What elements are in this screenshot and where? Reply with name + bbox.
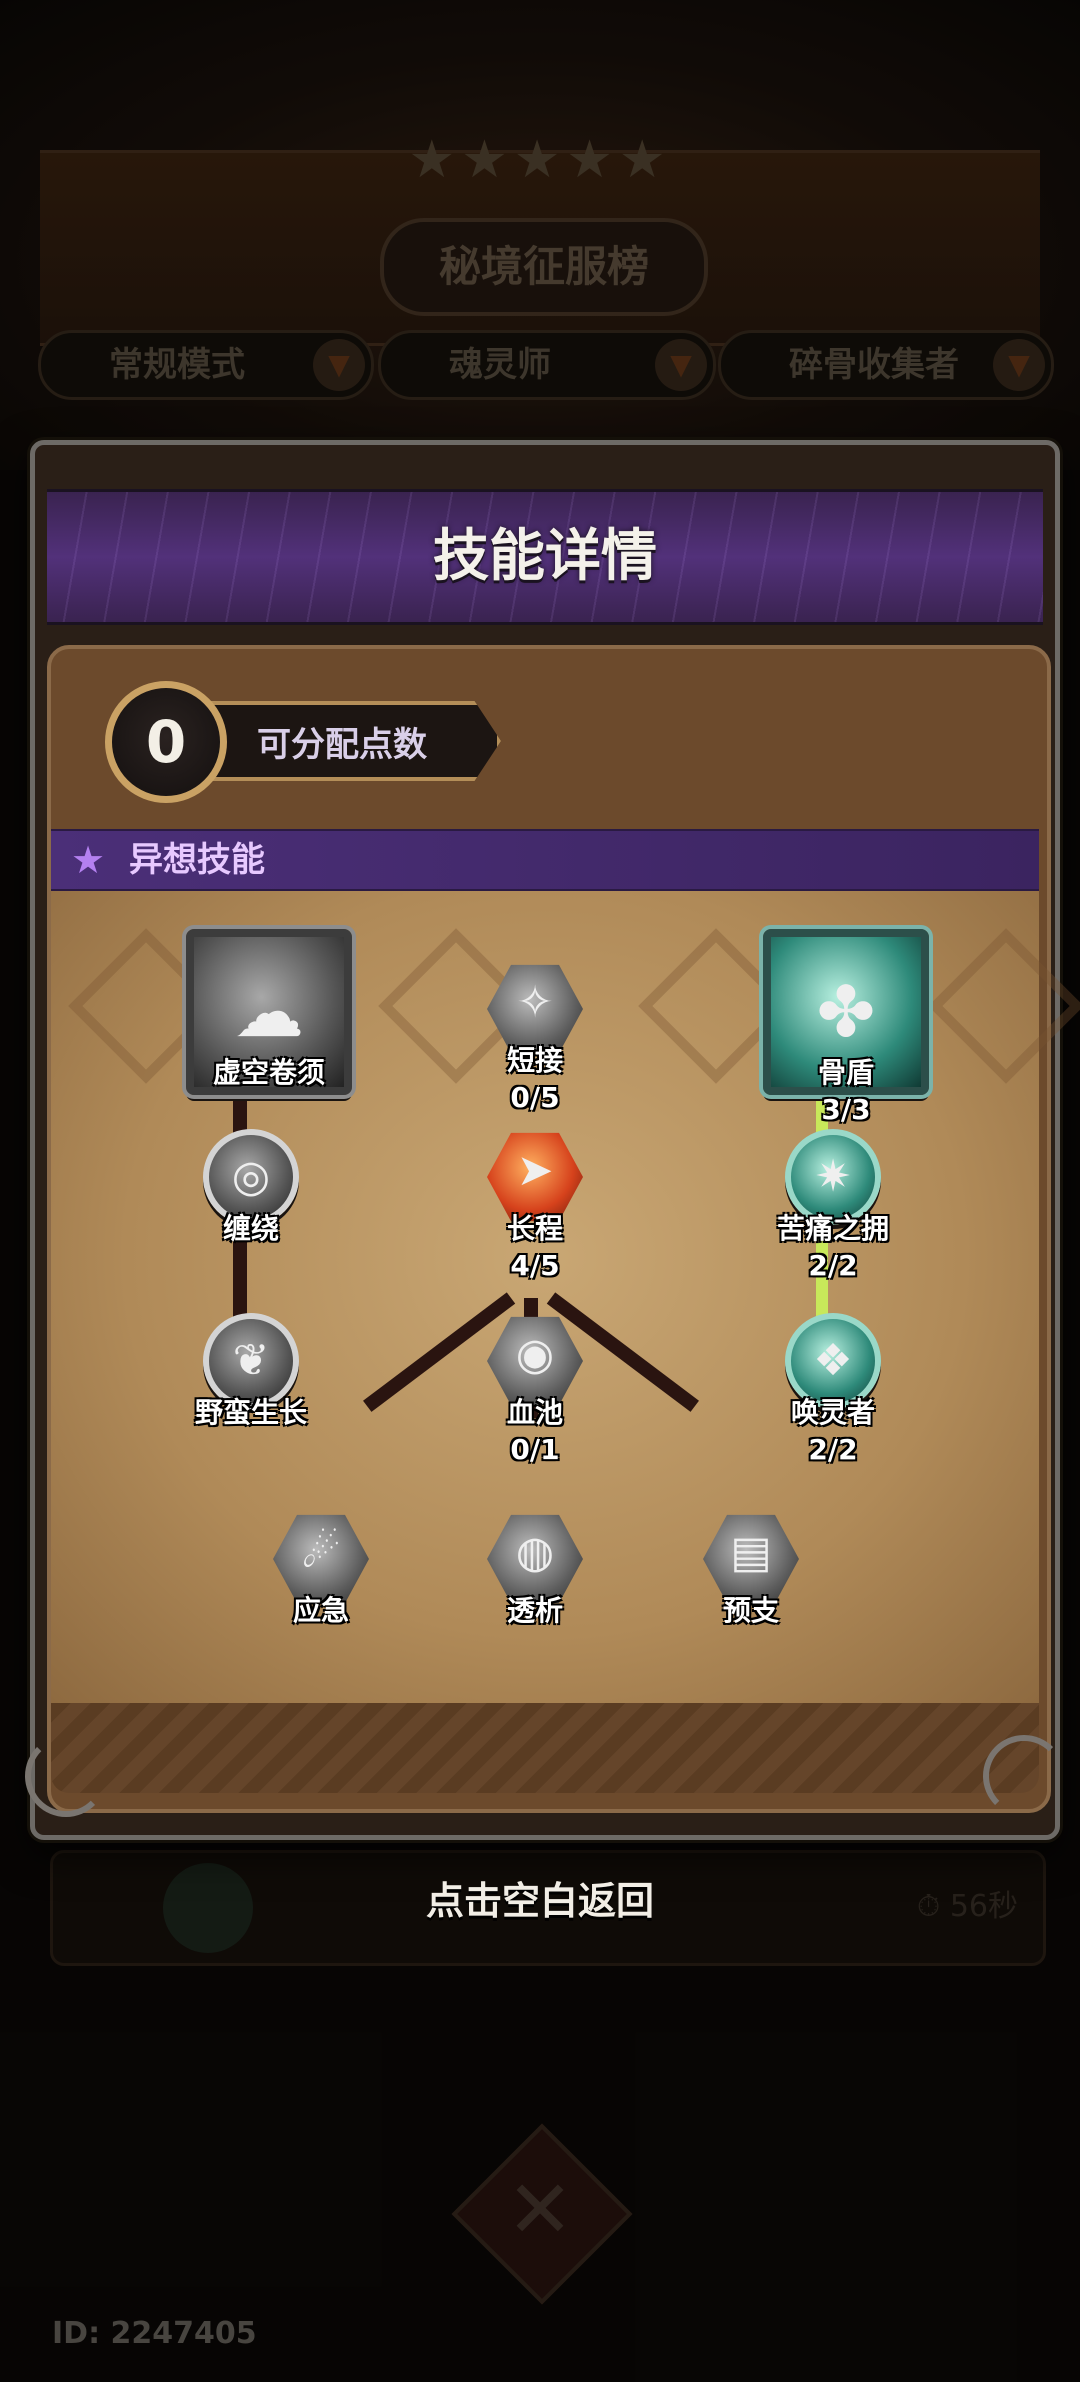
skill-void-tendril[interactable]: ☁ 虚空卷须 bbox=[174, 929, 364, 1095]
corner-ornament-icon bbox=[25, 1735, 107, 1817]
section-header: ★ 异想技能 bbox=[51, 829, 1039, 891]
skill-short-link[interactable]: ✧ 短接 0/5 bbox=[475, 961, 595, 1114]
modal-title: 技能详情 bbox=[433, 524, 657, 589]
skill-panel: 可分配点数 0 ★ 异想技能 ☁ 虚空卷须 ✧ 短接 0/5 ✤ 骨盾 3/3 … bbox=[47, 645, 1080, 1813]
star-icon: ★ bbox=[71, 838, 106, 882]
available-points: 0 bbox=[105, 681, 227, 803]
panel-footer bbox=[51, 1703, 1039, 1793]
skill-entangle[interactable]: ◎ 缠绕 bbox=[191, 1129, 311, 1247]
corner-ornament-icon bbox=[983, 1735, 1065, 1817]
skill-emergency[interactable]: ☄ 应急 bbox=[261, 1511, 381, 1629]
skill-bone-shield[interactable]: ✤ 骨盾 3/3 bbox=[751, 929, 941, 1126]
skill-advance[interactable]: ▤ 预支 bbox=[691, 1511, 811, 1629]
skill-tree: ☁ 虚空卷须 ✧ 短接 0/5 ✤ 骨盾 3/3 ◎ 缠绕 ➤ 长程 4/5 ✷… bbox=[51, 891, 1080, 1703]
skill-blood-pool[interactable]: ◉ 血池 0/1 bbox=[475, 1313, 595, 1466]
skill-long-range[interactable]: ➤ 长程 4/5 bbox=[475, 1129, 595, 1282]
modal-header: 技能详情 bbox=[47, 489, 1043, 625]
skill-pain-embrace[interactable]: ✷ 苦痛之拥 2/2 bbox=[773, 1129, 893, 1282]
skill-wild-growth[interactable]: ❦ 野蛮生长 bbox=[191, 1313, 311, 1431]
skill-overdraw[interactable]: ◍ 透析 bbox=[475, 1511, 595, 1629]
skill-detail-modal: 技能详情 可分配点数 0 ★ 异想技能 ☁ 虚空卷须 ✧ 短接 0/5 ✤ 骨盾… bbox=[25, 440, 1080, 1840]
tap-blank-to-return[interactable]: 点击空白返回 bbox=[0, 1870, 1080, 1925]
section-title: 异想技能 bbox=[129, 840, 265, 880]
skill-summoner[interactable]: ❖ 唤灵者 2/2 bbox=[773, 1313, 893, 1466]
